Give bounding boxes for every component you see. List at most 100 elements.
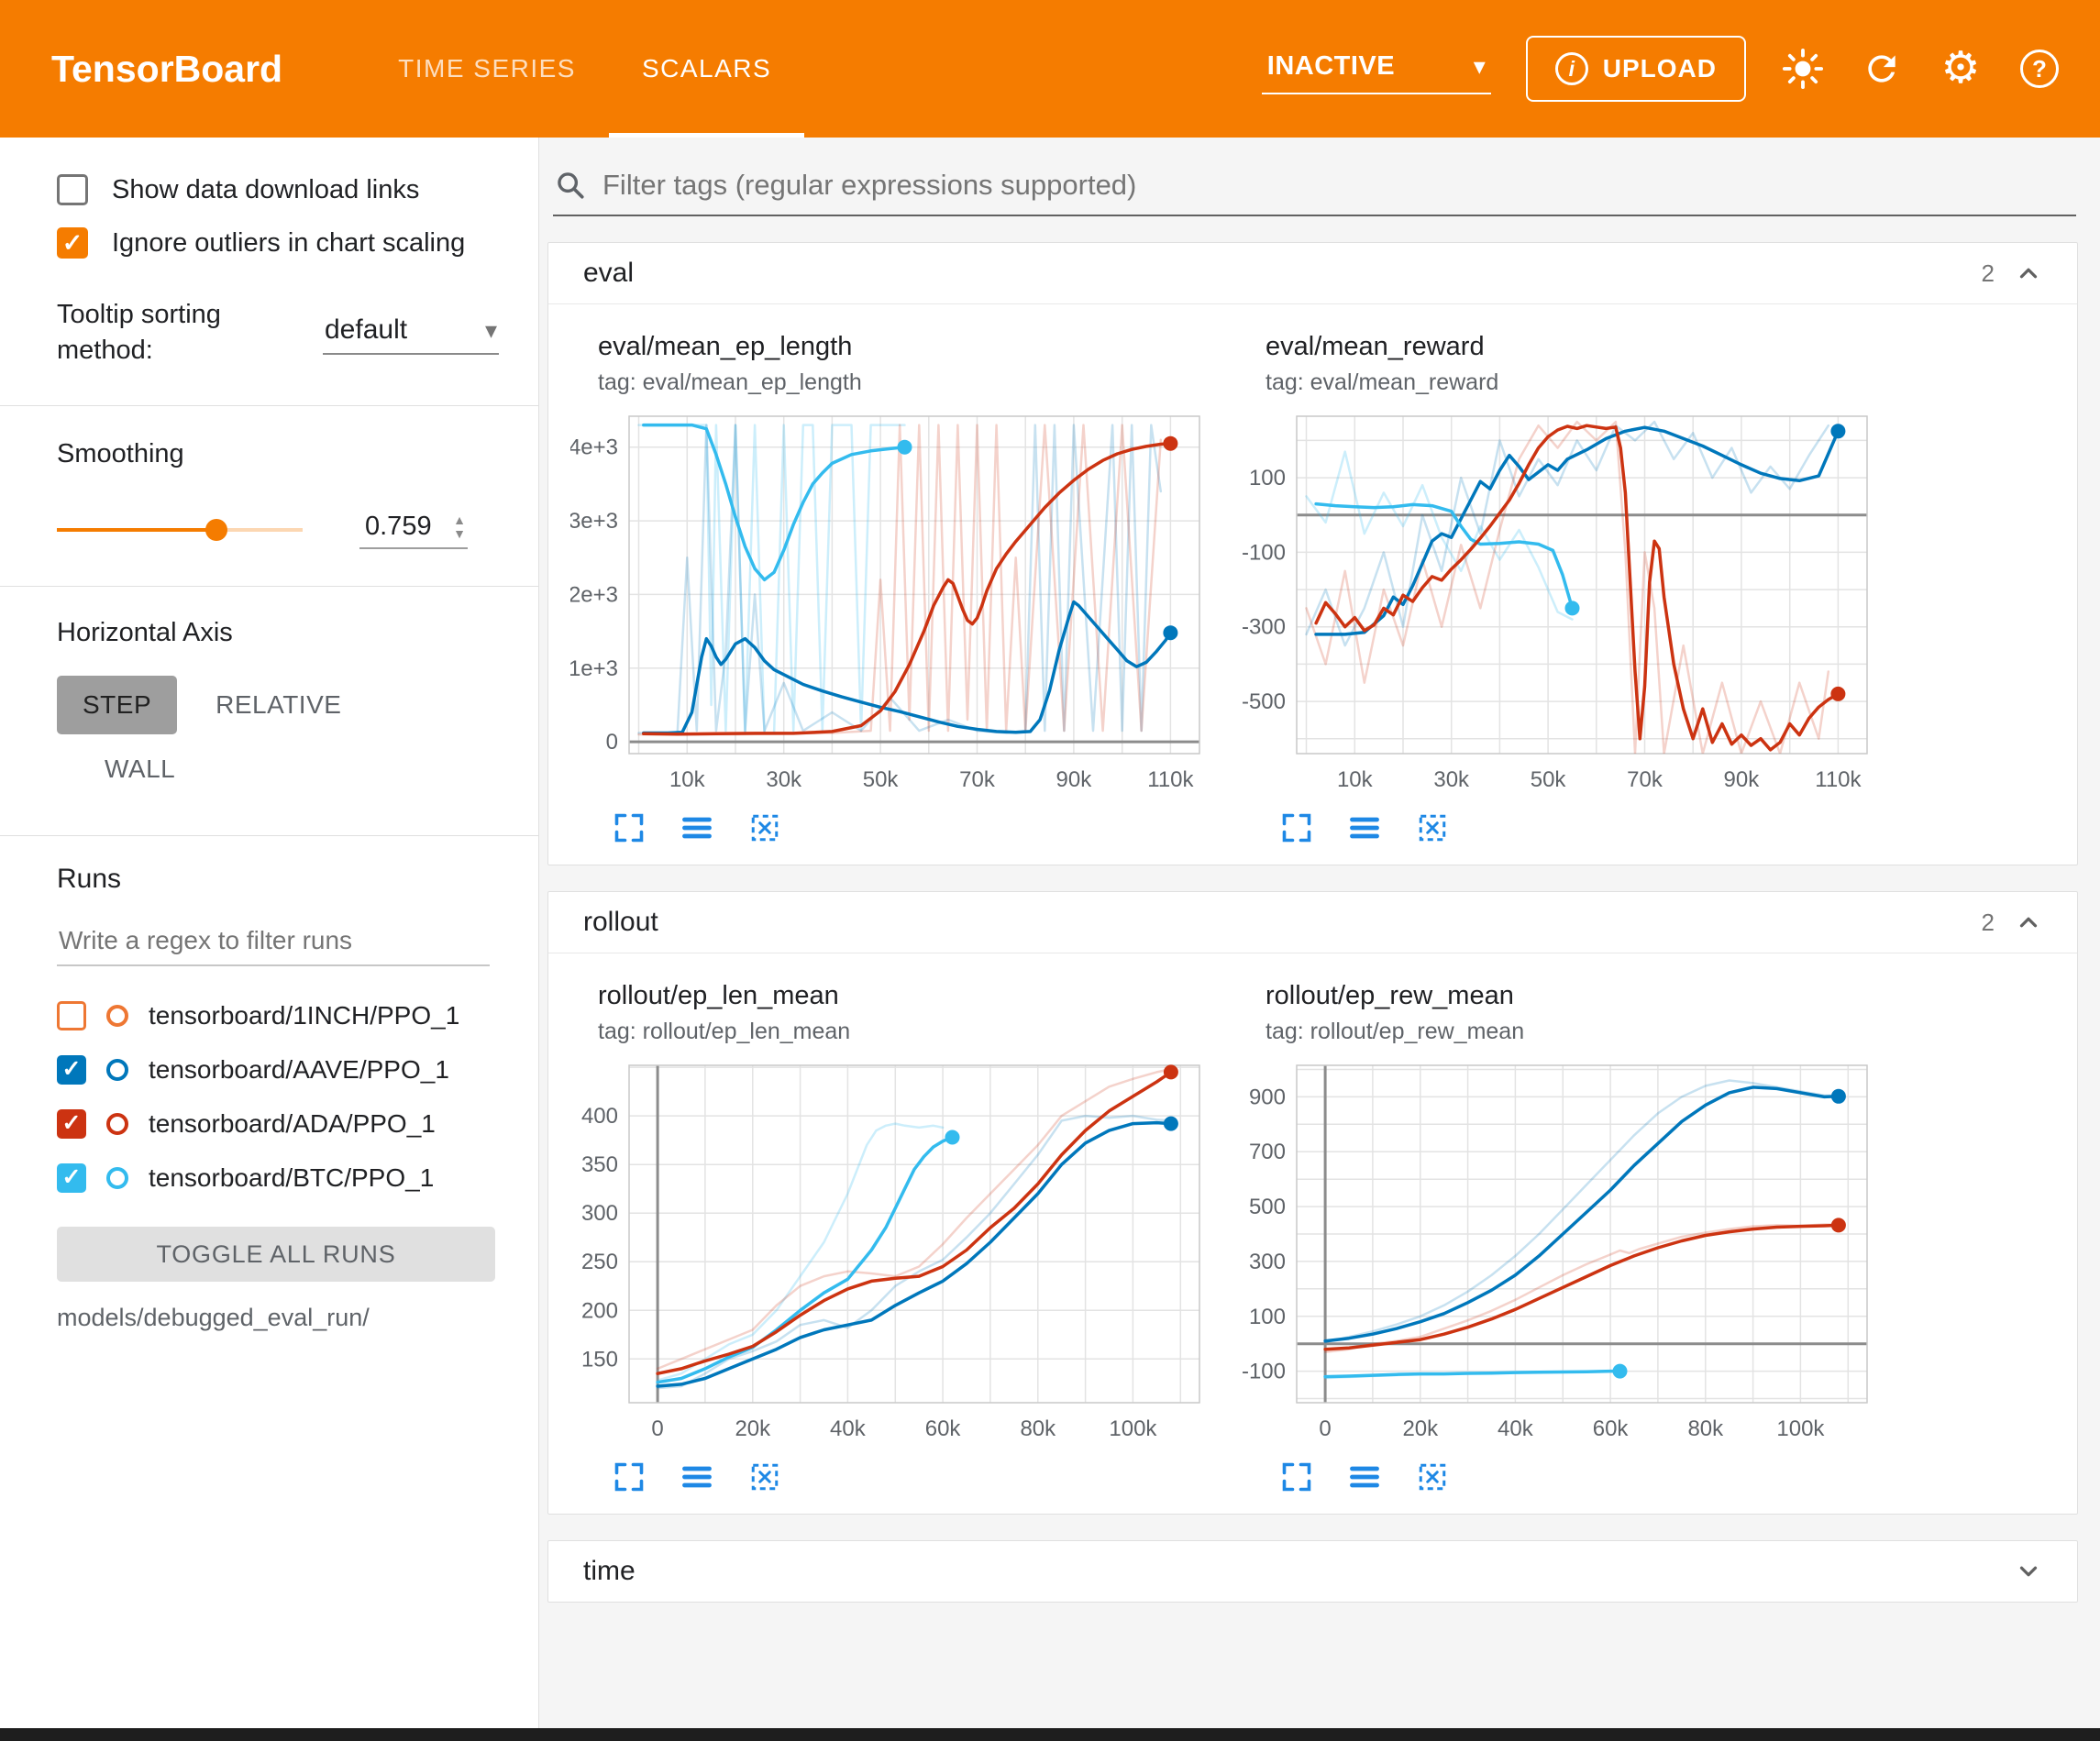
run-row-aave[interactable]: ✓ tensorboard/AAVE/PPO_1 — [57, 1042, 505, 1096]
status-dropdown[interactable]: INACTIVE ▾ — [1262, 44, 1491, 94]
svg-text:1e+3: 1e+3 — [570, 656, 618, 681]
horizontal-axis-label: Horizontal Axis — [57, 618, 505, 648]
chevron-down-icon: ▾ — [1474, 54, 1486, 78]
svg-text:90k: 90k — [1056, 767, 1093, 792]
tooltip-sorting-dropdown[interactable]: default ▾ — [323, 311, 499, 355]
tab-scalars[interactable]: SCALARS — [609, 0, 804, 138]
main-tabs: TIME SERIES SCALARS — [365, 0, 804, 138]
run-row-btc[interactable]: ✓ tensorboard/BTC/PPO_1 — [57, 1151, 505, 1205]
chart-tag: tag: rollout/ep_len_mean — [598, 1019, 1223, 1045]
brightness-icon[interactable] — [1781, 47, 1825, 91]
svg-text:900: 900 — [1249, 1085, 1286, 1109]
fit-domain-icon[interactable] — [1416, 1460, 1449, 1493]
stepper-arrows-icon[interactable]: ▲▼ — [453, 513, 466, 540]
fit-domain-icon[interactable] — [748, 811, 781, 844]
svg-text:100k: 100k — [1109, 1416, 1157, 1441]
run-row-ada[interactable]: ✓ tensorboard/ADA/PPO_1 — [57, 1096, 505, 1151]
fullscreen-icon[interactable] — [613, 811, 646, 844]
ignore-outliers-checkbox-row[interactable]: ✓ Ignore outliers in chart scaling — [57, 227, 505, 259]
data-table-icon[interactable] — [1348, 1460, 1381, 1493]
svg-text:100: 100 — [1249, 466, 1286, 490]
svg-text:3e+3: 3e+3 — [570, 509, 618, 534]
status-dropdown-value: INACTIVE — [1267, 51, 1395, 82]
upload-button[interactable]: i UPLOAD — [1526, 36, 1746, 102]
svg-text:20k: 20k — [735, 1416, 771, 1441]
slider-knob[interactable] — [205, 519, 227, 541]
svg-text:70k: 70k — [1627, 767, 1663, 792]
line-chart[interactable]: 020k40k60k80k100k-100100300500700900 — [1238, 1052, 1880, 1449]
chevron-down-icon[interactable] — [2015, 1558, 2042, 1585]
eval-card-header[interactable]: eval 2 — [548, 243, 2077, 303]
svg-text:-500: -500 — [1242, 689, 1286, 714]
ignore-outliers-label: Ignore outliers in chart scaling — [112, 228, 465, 259]
data-table-icon[interactable] — [680, 811, 713, 844]
chevron-down-icon: ▾ — [485, 318, 497, 342]
svg-text:100k: 100k — [1776, 1416, 1825, 1441]
chart-title: rollout/ep_len_mean — [598, 981, 1223, 1011]
slider-fill — [57, 528, 216, 532]
svg-text:10k: 10k — [1337, 767, 1374, 792]
fit-domain-icon[interactable] — [748, 1460, 781, 1493]
check-icon: ✓ — [62, 231, 83, 256]
toggle-all-runs-button[interactable]: TOGGLE ALL RUNS — [57, 1227, 495, 1282]
fullscreen-icon[interactable] — [1280, 1460, 1313, 1493]
svg-text:110k: 110k — [1147, 767, 1194, 792]
line-chart[interactable]: 10k30k50k70k90k110k01e+32e+33e+34e+3 — [570, 403, 1212, 799]
filter-tags-input[interactable] — [602, 169, 2071, 202]
run-checkbox[interactable]: ✓ — [57, 1001, 86, 1030]
svg-text:40k: 40k — [1498, 1416, 1534, 1441]
smoothing-slider[interactable] — [57, 528, 303, 532]
chart-tag: tag: rollout/ep_rew_mean — [1266, 1019, 1891, 1045]
rollout-card-header[interactable]: rollout 2 — [548, 892, 2077, 953]
run-color-ring — [106, 1167, 128, 1189]
smoothing-value-stepper[interactable]: 0.759 ▲▼ — [359, 510, 468, 549]
run-color-ring — [106, 1005, 128, 1027]
chevron-up-icon[interactable] — [2015, 259, 2042, 287]
svg-text:0: 0 — [1319, 1416, 1331, 1441]
time-card-header[interactable]: time — [548, 1541, 2077, 1602]
check-icon: ✓ — [62, 1058, 82, 1081]
settings-gear-icon[interactable]: ⚙ — [1939, 47, 1983, 91]
line-chart[interactable]: 020k40k60k80k100k150200250300350400 — [570, 1052, 1212, 1449]
svg-text:70k: 70k — [959, 767, 996, 792]
help-icon[interactable]: ? — [2017, 47, 2061, 91]
section-count: 2 — [1982, 259, 1995, 288]
svg-text:30k: 30k — [766, 767, 802, 792]
axis-step-button[interactable]: STEP — [57, 676, 177, 734]
svg-text:700: 700 — [1249, 1140, 1286, 1164]
chevron-up-icon[interactable] — [2015, 909, 2042, 936]
axis-relative-button[interactable]: RELATIVE — [190, 676, 367, 734]
section-count: 2 — [1982, 909, 1995, 937]
run-checkbox[interactable]: ✓ — [57, 1109, 86, 1139]
svg-text:2e+3: 2e+3 — [570, 582, 618, 607]
show-download-links-checkbox[interactable]: ✓ — [57, 174, 88, 205]
chart-title: rollout/ep_rew_mean — [1266, 981, 1891, 1011]
svg-text:80k: 80k — [1020, 1416, 1056, 1441]
svg-text:110k: 110k — [1815, 767, 1862, 792]
runs-path-label: models/debugged_eval_run/ — [57, 1304, 505, 1332]
line-chart[interactable]: 10k30k50k70k90k110k-500-300-100100 — [1238, 403, 1880, 799]
svg-text:150: 150 — [581, 1347, 618, 1372]
refresh-icon[interactable] — [1860, 47, 1904, 91]
section-card-time: time — [547, 1540, 2078, 1603]
section-title: time — [583, 1556, 636, 1587]
chart-rollout-ep-len-mean: rollout/ep_len_mean tag: rollout/ep_len_… — [570, 981, 1223, 1493]
fit-domain-icon[interactable] — [1416, 811, 1449, 844]
svg-text:80k: 80k — [1687, 1416, 1724, 1441]
runs-filter-input[interactable] — [57, 920, 490, 966]
check-icon: ✓ — [62, 1166, 82, 1189]
check-icon: ✓ — [62, 1112, 82, 1135]
run-checkbox[interactable]: ✓ — [57, 1163, 86, 1193]
svg-text:-100: -100 — [1242, 1360, 1286, 1384]
data-table-icon[interactable] — [1348, 811, 1381, 844]
main-content: eval 2 eval/mean_ep_length tag: eval/mea… — [540, 138, 2100, 1728]
data-table-icon[interactable] — [680, 1460, 713, 1493]
axis-wall-button[interactable]: WALL — [79, 740, 201, 799]
tab-time-series[interactable]: TIME SERIES — [365, 0, 609, 138]
show-download-links-checkbox-row[interactable]: ✓ Show data download links — [57, 174, 505, 205]
run-row-1inch[interactable]: ✓ tensorboard/1INCH/PPO_1 — [57, 988, 505, 1042]
run-checkbox[interactable]: ✓ — [57, 1055, 86, 1085]
fullscreen-icon[interactable] — [613, 1460, 646, 1493]
fullscreen-icon[interactable] — [1280, 811, 1313, 844]
ignore-outliers-checkbox[interactable]: ✓ — [57, 227, 88, 259]
